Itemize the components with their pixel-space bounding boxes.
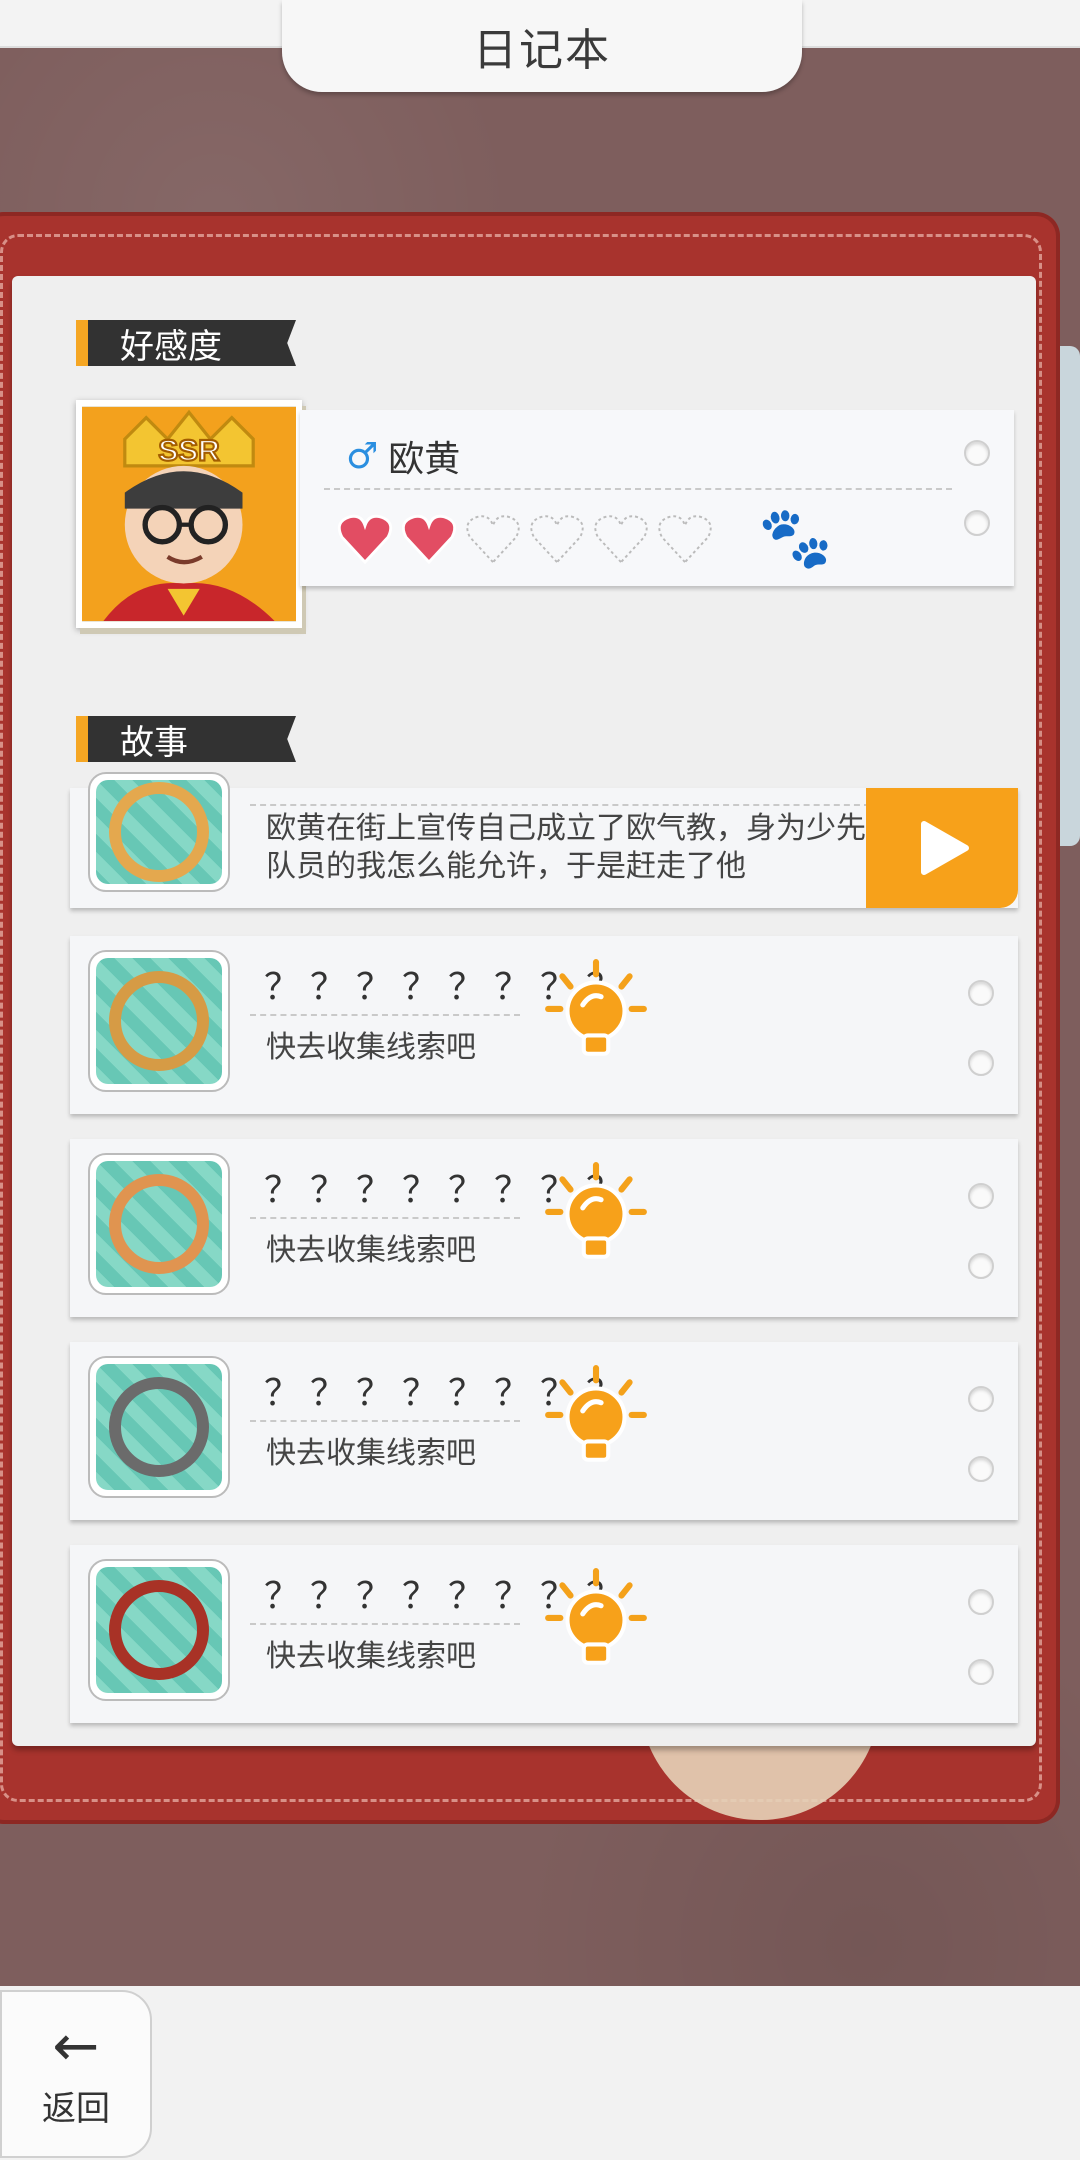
story-hint: 快去收集线索吧 bbox=[266, 1030, 476, 1065]
binder-hole bbox=[968, 1456, 994, 1482]
divider bbox=[250, 1623, 520, 1625]
story-thumbnail bbox=[88, 1153, 230, 1295]
lightbulb-icon bbox=[545, 959, 647, 1056]
story-hint: 快去收集线索吧 bbox=[266, 1436, 476, 1471]
heart-empty-icon bbox=[466, 515, 520, 564]
lightbulb-icon bbox=[545, 1365, 647, 1462]
back-label: 返回 bbox=[42, 2088, 110, 2129]
character-avatar[interactable]: SSR bbox=[76, 400, 302, 628]
divider bbox=[250, 804, 870, 806]
character-name: 欧黄 bbox=[388, 439, 461, 480]
lightbulb-icon bbox=[545, 1568, 647, 1665]
lightbulb-icon bbox=[545, 1162, 647, 1259]
binder-hole bbox=[968, 1659, 994, 1685]
binder-hole bbox=[968, 1589, 994, 1615]
story-item-locked[interactable]: ？？？？？？？？ 快去收集线索吧 bbox=[70, 936, 1018, 1114]
frame-icon bbox=[109, 1580, 209, 1680]
story-thumbnail bbox=[88, 950, 230, 1092]
affection-section-label: 好感度 bbox=[76, 320, 296, 366]
story-item-unlocked[interactable]: 欧黄在街上宣传自己成立了欧气教，身为少先队员的我怎么能允许，于是赶走了他 bbox=[70, 772, 1018, 908]
story-hint: 快去收集线索吧 bbox=[266, 1233, 476, 1268]
divider bbox=[250, 1217, 520, 1219]
binder-hole bbox=[968, 1253, 994, 1279]
binder-hole bbox=[964, 510, 990, 536]
play-icon bbox=[921, 821, 969, 875]
bottom-bar bbox=[0, 1986, 1080, 2160]
binder-hole bbox=[968, 1386, 994, 1412]
back-arrow-icon: ← bbox=[52, 2013, 100, 2079]
story-section-title: 故事 bbox=[120, 722, 188, 763]
story-item-locked[interactable]: ？？？？？？？？ 快去收集线索吧 bbox=[70, 1545, 1018, 1723]
frame-icon bbox=[109, 782, 209, 882]
story-thumbnail bbox=[88, 1356, 230, 1498]
character-name-row: ♂ 欧黄 bbox=[346, 430, 460, 482]
divider bbox=[324, 488, 952, 490]
frame-icon bbox=[109, 1377, 209, 1477]
story-section-label: 故事 bbox=[76, 716, 296, 762]
affection-section-title: 好感度 bbox=[120, 326, 222, 367]
paw-icon: 🐾 bbox=[758, 503, 833, 573]
story-summary: 欧黄在街上宣传自己成立了欧气教，身为少先队员的我怎么能允许，于是赶走了他 bbox=[266, 811, 866, 884]
svg-text:SSR: SSR bbox=[158, 435, 220, 468]
affection-hearts bbox=[336, 512, 714, 566]
male-icon: ♂ bbox=[346, 435, 379, 477]
binder-hole bbox=[964, 440, 990, 466]
story-thumbnail bbox=[88, 772, 230, 892]
binder-hole bbox=[968, 1050, 994, 1076]
heart-empty-icon bbox=[594, 515, 648, 564]
title-tab: 日记本 bbox=[282, 0, 802, 92]
binder-hole bbox=[968, 1183, 994, 1209]
page-title: 日记本 bbox=[473, 25, 611, 76]
divider bbox=[250, 1420, 520, 1422]
heart-empty-icon bbox=[530, 515, 584, 564]
back-button[interactable]: ← 返回 bbox=[0, 1990, 152, 2158]
profile-card: ♂ 欧黄 🐾 bbox=[300, 410, 1014, 586]
story-item-locked[interactable]: ？？？？？？？？ 快去收集线索吧 bbox=[70, 1139, 1018, 1317]
divider bbox=[250, 1014, 520, 1016]
story-item-locked[interactable]: ？？？？？？？？ 快去收集线索吧 bbox=[70, 1342, 1018, 1520]
play-story-button[interactable] bbox=[866, 788, 1018, 908]
character-portrait-icon: SSR bbox=[82, 407, 296, 621]
heart-filled-icon bbox=[401, 514, 457, 565]
heart-filled-icon bbox=[337, 514, 393, 565]
heart-empty-icon bbox=[658, 515, 712, 564]
binder-hole bbox=[968, 980, 994, 1006]
frame-icon bbox=[109, 971, 209, 1071]
frame-icon bbox=[109, 1174, 209, 1274]
story-hint: 快去收集线索吧 bbox=[266, 1639, 476, 1674]
story-thumbnail bbox=[88, 1559, 230, 1701]
